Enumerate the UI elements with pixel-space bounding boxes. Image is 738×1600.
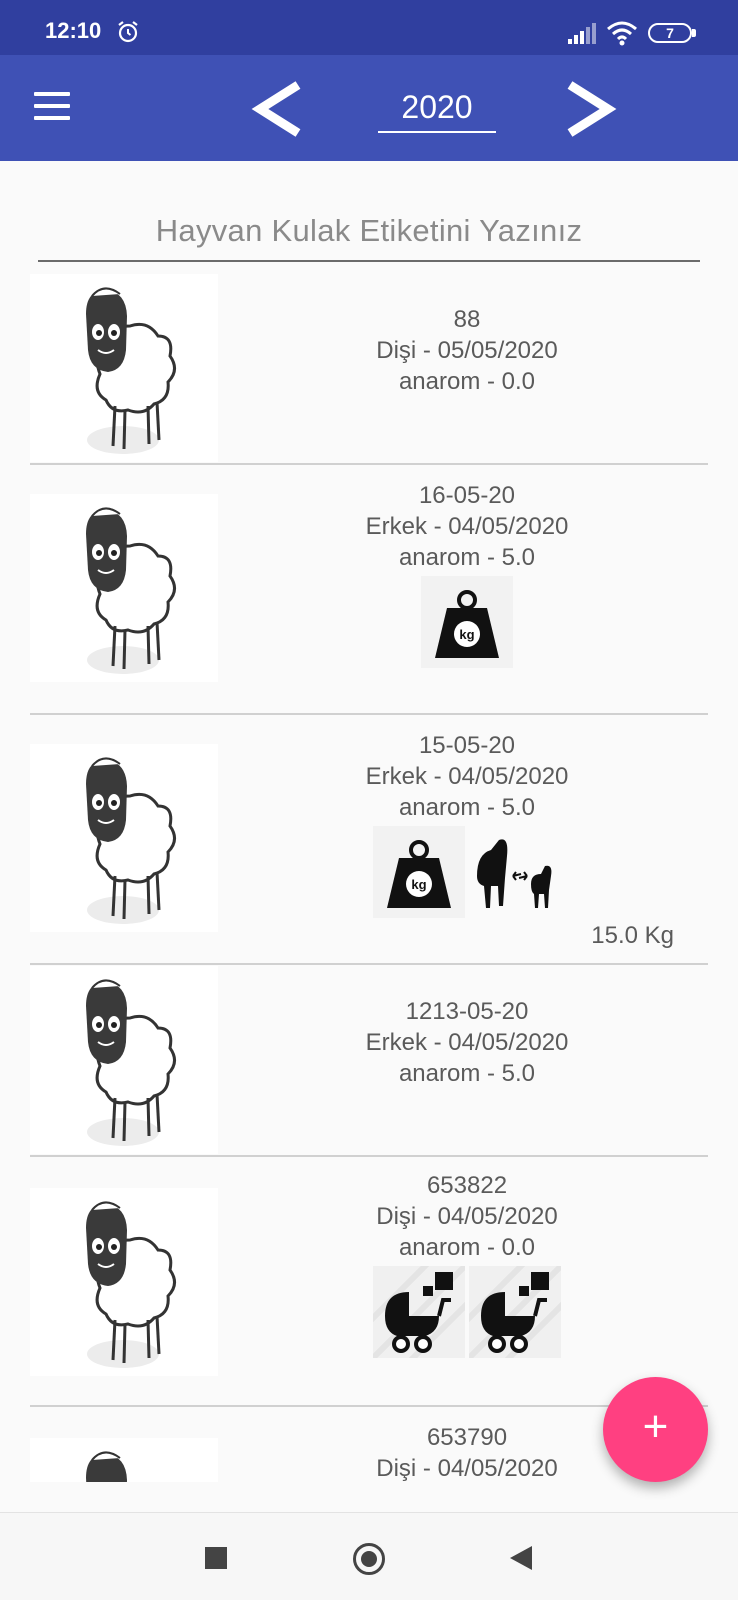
divider	[30, 463, 708, 465]
alarm-icon	[118, 21, 138, 43]
sheep-image	[30, 494, 218, 682]
stroller-icon	[469, 1266, 561, 1358]
status-bar: 12:10 7	[0, 0, 738, 55]
animal-tag: 88	[453, 306, 481, 333]
battery-level: 7	[666, 25, 674, 41]
divider	[30, 963, 708, 965]
sheep-image	[30, 274, 218, 462]
animal-breed-weight: anarom - 5.0	[398, 1060, 536, 1087]
status-time: 12:10	[45, 18, 102, 43]
animal-breed-weight: anarom - 5.0	[398, 794, 536, 821]
app-bar: 2020	[0, 55, 738, 161]
animal-breed-weight: anarom - 5.0	[398, 544, 536, 571]
animal-gender-date: Dişi - 05/05/2020	[376, 337, 558, 364]
sheep-image	[30, 744, 218, 932]
wifi-icon	[607, 21, 637, 46]
home-icon[interactable]	[353, 1543, 385, 1575]
chevron-left-icon[interactable]	[250, 81, 308, 137]
back-icon[interactable]	[510, 1546, 532, 1570]
mother-lamb-icon	[469, 826, 561, 918]
list-item[interactable]: 1213-05-20 Erkek - 04/05/2020 anarom - 5…	[30, 966, 708, 1154]
recents-icon[interactable]	[205, 1547, 227, 1569]
list-item[interactable]: 88 Dişi - 05/05/2020 anarom - 0.0	[30, 274, 708, 462]
animal-weight: 15.0 Kg	[591, 922, 674, 949]
animal-tag: 15-05-20	[418, 732, 516, 759]
divider	[30, 1405, 708, 1407]
plus-icon: +	[642, 1402, 669, 1451]
animal-tag: 16-05-20	[418, 482, 516, 509]
add-animal-button[interactable]: +	[603, 1377, 708, 1482]
animal-gender-date: Erkek - 04/05/2020	[365, 1029, 569, 1056]
sheep-image	[30, 966, 218, 1154]
menu-icon[interactable]	[34, 92, 70, 122]
stroller-icon	[373, 1266, 465, 1358]
animal-breed-weight: anarom - 0.0	[398, 1234, 536, 1261]
animal-gender-date: Dişi - 04/05/2020	[376, 1203, 558, 1230]
weight-icon	[419, 574, 515, 670]
divider	[30, 713, 708, 715]
animal-gender-date: Erkek - 04/05/2020	[365, 763, 569, 790]
animal-tag: 1213-05-20	[405, 998, 529, 1025]
sheep-image	[30, 1188, 218, 1376]
animal-breed-weight: anarom - 0.0	[398, 368, 536, 395]
chevron-right-icon[interactable]	[560, 81, 618, 137]
signal-icon	[568, 23, 596, 44]
divider	[30, 1155, 708, 1157]
year-field[interactable]: 2020	[378, 83, 496, 133]
list-item[interactable]: 653822 Dişi - 04/05/2020 anarom - 0.0	[30, 1158, 708, 1404]
search-input[interactable]	[38, 202, 700, 262]
list-item[interactable]: 15-05-20 Erkek - 04/05/2020 anarom - 5.0…	[30, 716, 708, 962]
system-nav-bar	[0, 1512, 738, 1600]
sheep-image	[30, 1438, 218, 1482]
animal-list: 88 Dişi - 05/05/2020 anarom - 0.0 16-05-…	[0, 272, 738, 1482]
battery-icon: 7	[648, 23, 696, 43]
animal-tag: 653822	[426, 1172, 508, 1199]
list-item[interactable]: 16-05-20 Erkek - 04/05/2020 anarom - 5.0	[30, 466, 708, 712]
animal-gender-date: Erkek - 04/05/2020	[365, 513, 569, 540]
weight-icon	[370, 824, 467, 920]
